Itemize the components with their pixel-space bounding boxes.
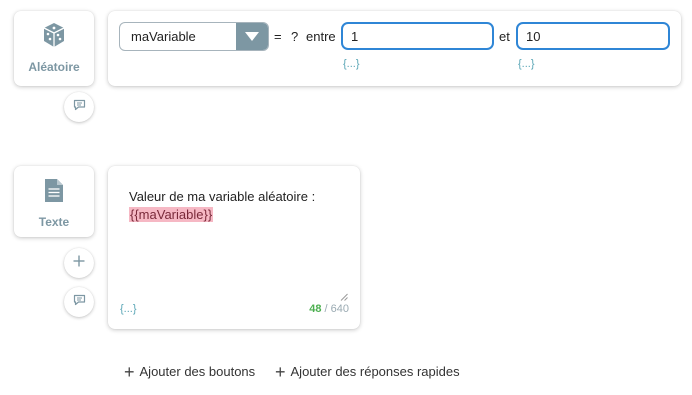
char-count: 48: [309, 303, 322, 315]
comment-button[interactable]: [64, 287, 94, 317]
text-block-type-card[interactable]: Texte: [14, 166, 94, 237]
add-quick-replies-label: Ajouter des réponses rapides: [290, 364, 460, 379]
random-block-content: maVariable = ? entre 1 et 10 {...} {...}: [108, 11, 681, 86]
dice-icon: [42, 22, 66, 48]
min-variable-link[interactable]: {...}: [343, 58, 360, 70]
char-counter: 48 / 640: [309, 303, 349, 315]
and-label: et: [499, 29, 510, 44]
add-buttons-button[interactable]: + Ajouter des boutons: [124, 361, 256, 382]
max-variable-link[interactable]: {...}: [518, 58, 535, 70]
plus-icon: +: [275, 361, 286, 382]
random-block-type-card[interactable]: Aléatoire: [14, 11, 94, 86]
text-message-content[interactable]: Valeur de ma variable aléatoire : {{maVa…: [129, 188, 349, 224]
max-value-input[interactable]: 10: [516, 22, 670, 50]
min-value-input[interactable]: 1: [341, 22, 494, 50]
plus-icon: +: [124, 361, 135, 382]
document-icon: [45, 179, 63, 202]
text-block-label: Texte: [38, 215, 70, 229]
add-quick-replies-button[interactable]: + Ajouter des réponses rapides: [275, 361, 460, 382]
char-max: 640: [330, 303, 349, 315]
add-block-button[interactable]: [64, 248, 94, 278]
equals-sign: =: [274, 29, 282, 44]
char-separator: /: [321, 303, 331, 315]
resize-handle-icon[interactable]: [340, 288, 348, 301]
random-block-label: Aléatoire: [28, 60, 80, 74]
add-buttons-label: Ajouter des boutons: [139, 364, 256, 379]
between-label: entre: [306, 29, 336, 44]
variable-select-value: maVariable: [131, 29, 196, 44]
variable-select[interactable]: maVariable: [119, 22, 269, 51]
comment-icon: [73, 98, 86, 116]
comment-icon: [73, 293, 86, 311]
text-block-editor[interactable]: Valeur de ma variable aléatoire : {{maVa…: [108, 166, 360, 329]
variable-tag[interactable]: {{maVariable}}: [129, 207, 214, 222]
plus-icon: [73, 254, 85, 272]
text-line: Valeur de ma variable aléatoire :: [129, 189, 316, 204]
question-mark: ?: [291, 29, 299, 44]
chevron-down-icon[interactable]: [236, 23, 268, 50]
comment-button[interactable]: [64, 92, 94, 122]
variable-link[interactable]: {...}: [120, 303, 137, 315]
